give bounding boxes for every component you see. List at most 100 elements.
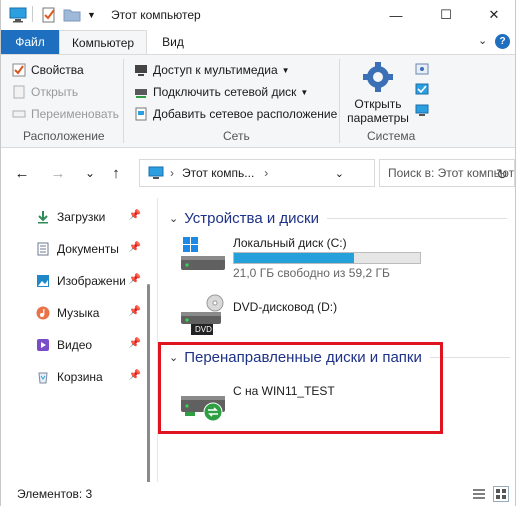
map-drive-button[interactable]: Подключить сетевой диск ▼ [133, 83, 308, 101]
nav-item-pictures[interactable]: Изображения 📌 [35, 270, 147, 292]
nav-item-label: Видео [57, 338, 93, 352]
open-label: Открыть [31, 85, 79, 99]
open-button[interactable]: Открыть [11, 83, 78, 101]
group-label-system: Система [367, 129, 416, 143]
media-access-dropdown-icon: ▼ [281, 65, 290, 75]
add-network-location-button[interactable]: Добавить сетевое расположение [133, 105, 337, 123]
properties-quick-icon[interactable] [41, 6, 57, 24]
media-access-button[interactable]: Доступ к мультимедиа ▼ [133, 61, 290, 79]
new-folder-quick-icon[interactable] [63, 6, 81, 24]
drive-usage-bar [233, 252, 421, 264]
group-label-location: Расположение [23, 129, 105, 143]
collapse-chevron-icon: ⌄ [169, 213, 179, 225]
ribbon-divider [123, 59, 124, 143]
back-button[interactable]: ← [11, 162, 33, 184]
pin-icon[interactable]: 📌 [129, 370, 141, 381]
windows-drive-icon [179, 236, 227, 284]
drive-name: DVD-дисковод (D:) [233, 300, 338, 314]
settings-gear-icon [362, 61, 394, 96]
tiles-view-icon[interactable] [493, 486, 509, 502]
manage-computer-icon[interactable] [415, 103, 429, 120]
recycle-bin-icon [35, 369, 51, 385]
explorer-window: ▼ Этот компьютер — ☐ ✕ Файл Компьютер Ви… [0, 0, 516, 506]
section-rule [326, 218, 507, 219]
group-label-network: Сеть [223, 129, 250, 143]
nav-item-label: Корзина [57, 370, 103, 384]
highlight-box [158, 342, 443, 434]
search-input[interactable]: Поиск в: Этот компьютер [379, 159, 515, 187]
nav-item-recycle-bin[interactable]: Корзина 📌 [35, 366, 147, 388]
collapse-ribbon-icon[interactable]: ⌄ [478, 34, 487, 47]
tab-computer[interactable]: Компьютер [59, 30, 147, 54]
tab-view[interactable]: Вид [153, 30, 193, 54]
address-separator: › [170, 166, 174, 180]
details-view-icon[interactable] [471, 486, 487, 502]
rename-label: Переименовать [31, 107, 119, 121]
nav-item-video[interactable]: Видео 📌 [35, 334, 147, 356]
pictures-icon [35, 273, 51, 289]
properties-icon [11, 62, 27, 78]
minimize-button[interactable]: — [379, 0, 413, 30]
network-drive-icon [133, 84, 149, 100]
pin-icon[interactable]: 📌 [129, 338, 141, 349]
nav-pane-scrollbar[interactable] [147, 284, 150, 484]
nav-item-music[interactable]: Музыка 📌 [35, 302, 147, 324]
pin-icon[interactable]: 📌 [129, 306, 141, 317]
window-title: Этот компьютер [111, 8, 201, 22]
address-bar[interactable]: › Этот компь... › ⌄ ↻ [139, 159, 508, 187]
rename-icon [11, 106, 27, 122]
pane-divider[interactable] [157, 198, 158, 482]
nav-item-label: Документы [57, 242, 119, 256]
section-devices-header[interactable]: ⌄ Устройства и диски [169, 210, 507, 227]
system-properties-icon[interactable] [415, 83, 429, 100]
computer-icon [9, 6, 27, 24]
nav-item-documents[interactable]: Документы 📌 [35, 238, 147, 260]
ribbon-divider [339, 59, 340, 143]
dvd-drive-icon [179, 294, 227, 342]
network-location-icon [133, 106, 149, 122]
drive-c[interactable]: Локальный диск (C:) 21,0 ГБ свободно из … [179, 236, 429, 286]
media-access-label: Доступ к мультимедиа [153, 63, 278, 77]
address-row: ← → ⌄ ↑ › Этот компь... › ⌄ ↻ Поиск в: Э… [1, 148, 515, 198]
recent-locations-button[interactable]: ⌄ [79, 162, 101, 184]
section-title: Устройства и диски [184, 210, 319, 227]
open-icon [11, 84, 27, 100]
pin-icon[interactable]: 📌 [129, 210, 141, 221]
quick-access-dropdown-icon[interactable]: ▼ [87, 6, 96, 24]
maximize-button[interactable]: ☐ [429, 0, 463, 30]
music-icon [35, 305, 51, 321]
open-settings-label-1: Открыть [354, 97, 402, 111]
pin-icon[interactable]: 📌 [129, 242, 141, 253]
map-drive-label: Подключить сетевой диск [153, 85, 297, 99]
properties-label: Свойства [31, 63, 84, 77]
computer-icon [148, 166, 164, 180]
close-button[interactable]: ✕ [477, 0, 511, 30]
qa-separator [32, 6, 33, 22]
open-settings-label-2: параметры [347, 111, 409, 125]
nav-item-label: Загрузки [57, 210, 106, 224]
items-count: Элементов: 3 [17, 487, 93, 501]
tab-file[interactable]: Файл [1, 30, 59, 54]
ribbon: Свойства Открыть Переименовать Расположе… [1, 54, 515, 148]
navigation-pane: Загрузки 📌 Документы 📌 Изображения 📌 Муз… [1, 198, 149, 482]
address-separator: › [264, 166, 269, 180]
media-icon [133, 62, 149, 78]
address-dropdown-icon[interactable]: ⌄ [335, 167, 344, 180]
drive-free-space: 21,0 ГБ свободно из 59,2 ГБ [233, 266, 390, 280]
ribbon-tabs: Файл Компьютер Вид ⌄ ? [1, 30, 515, 54]
status-bar: Элементов: 3 [1, 482, 515, 506]
rename-button[interactable]: Переименовать [11, 105, 119, 123]
up-button[interactable]: ↑ [105, 162, 127, 184]
pin-icon[interactable]: 📌 [129, 274, 141, 285]
help-button[interactable]: ? [495, 34, 510, 49]
open-settings-button[interactable]: Открыть параметры [347, 59, 409, 127]
nav-item-downloads[interactable]: Загрузки 📌 [35, 206, 147, 228]
dvd-label: DVD [195, 325, 212, 334]
forward-button[interactable]: → [47, 162, 69, 184]
downloads-icon [35, 209, 51, 225]
drive-d[interactable]: DVD DVD-дисковод (D:) [179, 294, 349, 344]
uninstall-program-icon[interactable] [415, 63, 429, 80]
drive-usage-fill [234, 253, 354, 263]
properties-button[interactable]: Свойства [11, 61, 84, 79]
video-icon [35, 337, 51, 353]
